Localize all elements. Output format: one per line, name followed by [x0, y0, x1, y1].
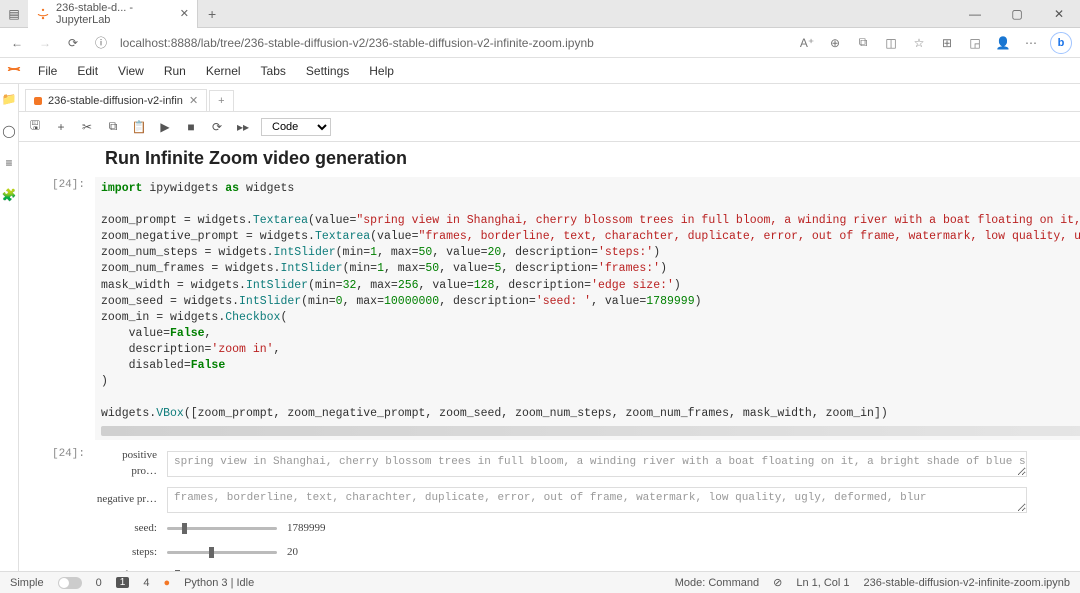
save-icon[interactable]: 🖫: [27, 116, 43, 137]
widget-negative-prompt: negative pr… frames, borderline, text, c…: [95, 487, 1080, 513]
toc-icon[interactable]: ≡: [0, 154, 18, 172]
menu-kernel[interactable]: Kernel: [196, 64, 251, 78]
workspace: 📁 ◯ ≡ 🧩 236-stable-diffusion-v2-infin ✕ …: [0, 84, 1080, 571]
simple-mode-label: Simple: [10, 577, 44, 589]
menu-tabs[interactable]: Tabs: [251, 64, 296, 78]
notebook-body[interactable]: Run Infinite Zoom video generation [24]:…: [19, 142, 1080, 571]
markdown-heading: Run Infinite Zoom video generation: [105, 148, 1080, 169]
left-sidebar: 📁 ◯ ≡ 🧩: [0, 84, 19, 571]
widget-label: positive pro…: [95, 448, 157, 479]
notebook-toolbar: 🖫 + ✂ ⧉ 📋 ▶ ■ ⟳ ▸▸ Code ⚙ Python 3: [19, 112, 1080, 142]
widget-slider[interactable]: [167, 527, 277, 530]
widget-steps: steps: 20: [95, 545, 1080, 560]
notebook-tab-title: 236-stable-diffusion-v2-infin: [48, 95, 183, 107]
status-lncol: Ln 1, Col 1: [796, 577, 849, 589]
favorites-icon[interactable]: ☆: [910, 36, 928, 50]
main-area: 236-stable-diffusion-v2-infin ✕ + 🖫 + ✂ …: [19, 84, 1080, 571]
window-min-button[interactable]: —: [954, 7, 996, 21]
widget-label: steps:: [95, 545, 157, 560]
horizontal-scrollbar[interactable]: [101, 426, 1080, 436]
menu-run[interactable]: Run: [154, 64, 196, 78]
status-terminals-count: 4: [143, 577, 149, 589]
browser-tab[interactable]: 236-stable-d... - JupyterLab ✕: [28, 0, 198, 28]
app-menu-icon[interactable]: ▤: [0, 7, 28, 21]
menu-file[interactable]: File: [28, 64, 67, 78]
widget-textarea[interactable]: frames, borderline, text, charachter, du…: [167, 487, 1027, 513]
paste-icon[interactable]: 📋: [131, 120, 147, 134]
menu-edit[interactable]: Edit: [67, 64, 108, 78]
widget-value: 1789999: [287, 521, 347, 536]
run-icon[interactable]: ▶: [157, 120, 173, 134]
site-info-icon[interactable]: ⓘ: [92, 34, 110, 51]
jupyter-logo-icon: [6, 61, 22, 80]
collections-icon[interactable]: ⊞: [938, 36, 956, 50]
widget-label: seed:: [95, 521, 157, 536]
status-filename: 236-stable-diffusion-v2-infinite-zoom.ip…: [864, 577, 1070, 589]
output-cell: [24]: positive pro… spring view in Shang…: [27, 446, 1080, 571]
window-close-button[interactable]: ✕: [1038, 7, 1080, 21]
status-kernel: Python 3 | Idle: [184, 577, 254, 589]
forward-icon[interactable]: →: [36, 36, 54, 50]
browser-tab-title: 236-stable-d... - JupyterLab: [56, 2, 174, 26]
restart-icon[interactable]: ⟳: [209, 120, 225, 134]
back-icon[interactable]: ←: [8, 36, 26, 50]
restart-run-all-icon[interactable]: ▸▸: [235, 120, 251, 134]
bing-chat-icon[interactable]: b: [1050, 32, 1072, 54]
widget-textarea[interactable]: spring view in Shanghai, cherry blossom …: [167, 451, 1027, 477]
add-cell-icon[interactable]: +: [53, 120, 69, 134]
simple-mode-toggle[interactable]: [58, 577, 82, 589]
filebrowser-icon[interactable]: 📁: [0, 90, 18, 108]
profile-icon[interactable]: 👤: [994, 36, 1012, 50]
notebook-tabs: 236-stable-diffusion-v2-infin ✕ +: [19, 84, 1080, 112]
zoom-icon[interactable]: ⊕: [826, 36, 844, 50]
browser-titlebar: ▤ 236-stable-d... - JupyterLab ✕ + — ▢ ✕: [0, 0, 1080, 28]
widget-frames: frames: 5: [95, 568, 1080, 571]
extensions-icon[interactable]: ⧉: [854, 35, 872, 50]
status-bar: Simple 0 1 4 ● Python 3 | Idle Mode: Com…: [0, 571, 1080, 593]
notebook-tab-close-icon[interactable]: ✕: [189, 94, 198, 107]
jupyter-icon: [36, 7, 50, 21]
cell-prompt: [24]:: [27, 177, 95, 440]
code-content[interactable]: import ipywidgets as widgets zoom_prompt…: [95, 177, 1080, 440]
jupyter-menubar: File Edit View Run Kernel Tabs Settings …: [0, 58, 1080, 84]
status-mode: Mode: Command: [675, 577, 759, 589]
read-aloud-icon[interactable]: A⁺: [798, 36, 816, 50]
notebook-tab[interactable]: 236-stable-diffusion-v2-infin ✕: [25, 89, 207, 111]
widget-value: 5: [287, 568, 347, 571]
celltype-select[interactable]: Code: [261, 118, 331, 136]
window-max-button[interactable]: ▢: [996, 7, 1038, 21]
widget-label: frames:: [95, 568, 157, 571]
extensions-sidebar-icon[interactable]: 🧩: [0, 186, 18, 204]
reload-icon[interactable]: ⟳: [64, 36, 82, 50]
notebook-icon: [34, 97, 42, 105]
notebook-tab-add[interactable]: +: [209, 90, 233, 111]
widget-label: negative pr…: [95, 492, 157, 507]
widget-slider[interactable]: [167, 551, 277, 554]
running-icon[interactable]: ◯: [0, 122, 18, 140]
history-icon[interactable]: ◲: [966, 36, 984, 50]
status-notif-icon[interactable]: ⊘: [773, 576, 782, 589]
code-cell[interactable]: [24]: import ipywidgets as widgets zoom_…: [27, 177, 1080, 440]
url-text[interactable]: localhost:8888/lab/tree/236-stable-diffu…: [120, 36, 788, 50]
widgets-vbox: positive pro… spring view in Shanghai, c…: [95, 446, 1080, 571]
widget-value: 20: [287, 545, 347, 560]
menu-settings[interactable]: Settings: [296, 64, 359, 78]
status-kernels-badge: 1: [116, 577, 130, 588]
split-icon[interactable]: ◫: [882, 36, 900, 50]
stop-icon[interactable]: ■: [183, 120, 199, 134]
widget-positive-prompt: positive pro… spring view in Shanghai, c…: [95, 448, 1080, 479]
tab-close-icon[interactable]: ✕: [180, 7, 189, 20]
menu-help[interactable]: Help: [359, 64, 404, 78]
new-tab-button[interactable]: +: [198, 6, 226, 22]
address-bar: ← → ⟳ ⓘ localhost:8888/lab/tree/236-stab…: [0, 28, 1080, 58]
menu-view[interactable]: View: [108, 64, 154, 78]
more-icon[interactable]: ⋯: [1022, 36, 1040, 50]
cut-icon[interactable]: ✂: [79, 120, 95, 134]
widget-seed: seed: 1789999: [95, 521, 1080, 536]
status-tabs-count: 0: [96, 577, 102, 589]
output-prompt: [24]:: [27, 446, 95, 571]
copy-icon[interactable]: ⧉: [105, 119, 121, 134]
